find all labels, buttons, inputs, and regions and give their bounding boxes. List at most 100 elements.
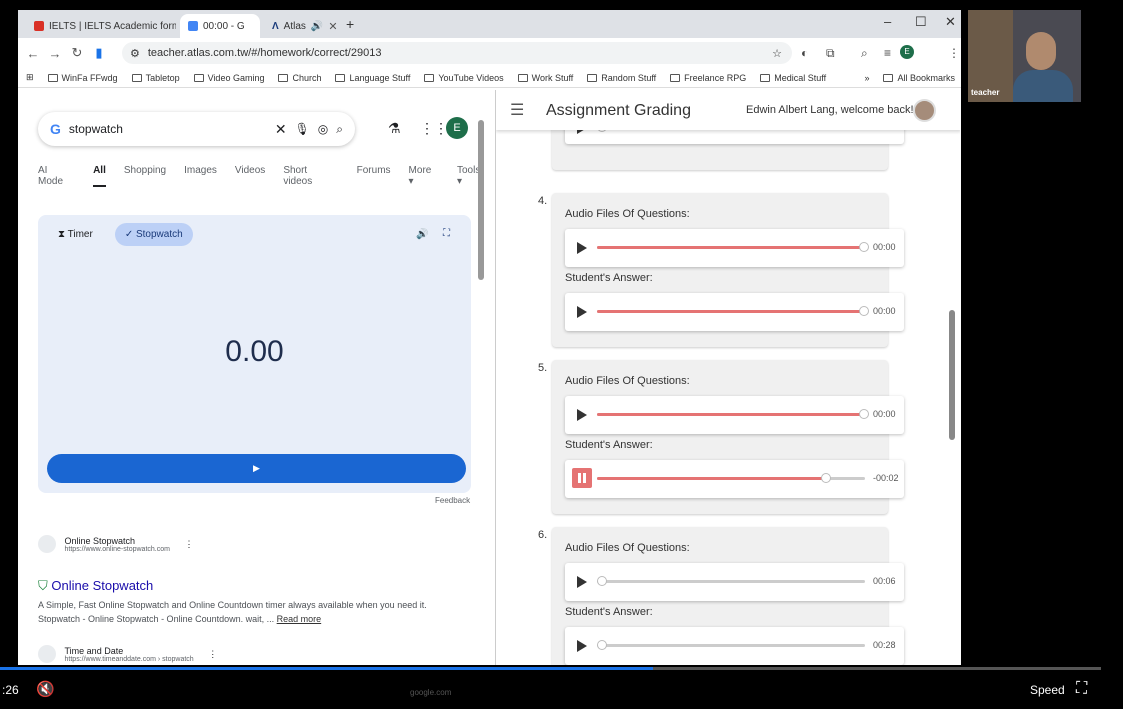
result-url[interactable]: https://www.timeanddate.com › stopwatch [65, 656, 194, 663]
fullscreen-icon[interactable]: ⛶ [443, 228, 450, 239]
person-body-image [1013, 70, 1073, 102]
timer-tab[interactable]: ⧗ Timer [48, 223, 103, 246]
extensions-puzzle-icon[interactable]: ⧉ [826, 46, 835, 61]
back-icon[interactable]: ← [22, 46, 44, 61]
bookmark-folder[interactable]: WinFa FFwdg [47, 73, 118, 83]
bookmark-folder[interactable]: Tabletop [131, 73, 180, 83]
google-search-panel: G stopwatch ✕ 🎙 ◎ ⌕ ⚗ ⋮⋮ E AI Mode All S… [23, 90, 488, 665]
more-bookmarks-icon[interactable]: » [864, 73, 869, 83]
mute-icon[interactable]: 🔇 [36, 680, 55, 698]
search-query[interactable]: stopwatch [69, 122, 123, 136]
result-site: Time and Date [64, 645, 124, 656]
forward-icon[interactable]: → [44, 46, 66, 61]
bookmark-folder[interactable]: Video Gaming [193, 73, 264, 83]
audio-knob[interactable] [597, 640, 607, 650]
tab-google[interactable]: 00:00 - G [180, 14, 260, 38]
avatar[interactable] [913, 99, 936, 122]
scrollbar[interactable] [949, 310, 955, 440]
bookmark-folder[interactable]: Church [278, 73, 321, 83]
audio-progress [597, 413, 865, 416]
folder-icon [670, 73, 681, 82]
hamburger-menu-icon[interactable]: ☰ [510, 100, 524, 120]
result-menu-icon[interactable]: ⋮ [184, 539, 193, 549]
apps-grid-icon[interactable]: ⋮⋮ [420, 120, 448, 137]
speed-button[interactable]: Speed [1030, 683, 1065, 697]
bookmark-folder[interactable]: Work Stuff [517, 73, 573, 83]
audio-track[interactable] [597, 242, 869, 252]
url-field[interactable]: ⚙ teacher.atlas.com.tw/#/homework/correc… [122, 42, 792, 64]
maximize-button[interactable]: ☐ [915, 14, 927, 30]
fullscreen-icon[interactable]: ⛶ [1076, 680, 1087, 698]
close-tab-icon[interactable]: ✕ [328, 20, 337, 33]
question-number: 5. [538, 362, 548, 374]
audio-knob[interactable] [597, 576, 607, 586]
microphone-icon[interactable]: 🎙 [295, 122, 310, 136]
bookmark-folder[interactable]: Random Stuff [587, 73, 656, 83]
stopwatch-widget: ⧗ Timer ✓ Stopwatch 🔊 ⛶ 0.00 ▶ [38, 215, 471, 493]
play-icon[interactable] [577, 576, 587, 588]
all-bookmarks-folder[interactable]: All Bookmarks [883, 73, 955, 83]
bookmark-folder[interactable]: Language Stuff [335, 73, 410, 83]
reload-icon[interactable]: ↻ [66, 45, 88, 61]
star-icon[interactable]: ☆ [772, 47, 782, 60]
scrollbar[interactable] [478, 120, 484, 280]
media-control-icon[interactable]: ≡ [884, 46, 891, 60]
apps-grid-icon[interactable]: ⊞ [26, 72, 34, 83]
sound-icon[interactable]: 🔊 [416, 229, 428, 240]
extension-circle-icon[interactable]: ◐ [801, 46, 808, 60]
minimize-button[interactable]: – [884, 14, 891, 29]
folder-icon [424, 73, 435, 82]
feedback-link[interactable]: Feedback [435, 496, 470, 505]
audio-knob[interactable] [859, 409, 869, 419]
tab-atlas[interactable]: Λ Atlas 🔊 ✕ [264, 14, 344, 38]
audio-knob[interactable] [859, 306, 869, 316]
play-icon[interactable] [577, 640, 587, 652]
result-title-link[interactable]: ⛉ Online Stopwatch [38, 578, 153, 594]
tab-forums[interactable]: Forums [357, 165, 391, 187]
tab-short-videos[interactable]: Short videos [283, 165, 338, 187]
side-panel-icon[interactable]: ▮ [88, 45, 110, 61]
result-menu-icon[interactable]: ⋮ [208, 649, 217, 659]
audio-track[interactable] [597, 306, 869, 316]
search-icon[interactable]: ⌕ [336, 122, 343, 137]
play-icon[interactable] [577, 242, 587, 254]
result-url[interactable]: https://www.online-stopwatch.com [65, 546, 170, 553]
tab-videos[interactable]: Videos [235, 165, 265, 187]
play-icon[interactable] [577, 306, 587, 318]
menu-kebab-icon[interactable]: ⋮ [948, 46, 960, 60]
audio-knob[interactable] [821, 473, 831, 483]
labs-flask-icon[interactable]: ⚗ [388, 120, 401, 137]
tab-all[interactable]: All [93, 165, 106, 187]
welcome-text: Edwin Albert Lang, welcome back! [746, 104, 914, 116]
audio-track[interactable] [597, 473, 865, 483]
audio-knob[interactable] [859, 242, 869, 252]
new-tab-button[interactable]: + [346, 16, 354, 32]
audio-progress [597, 310, 865, 313]
pause-icon[interactable] [572, 468, 592, 488]
bookmark-folder[interactable]: Medical Stuff [760, 73, 826, 83]
play-icon[interactable] [577, 409, 587, 421]
bookmark-folder[interactable]: YouTube Videos [424, 73, 504, 83]
google-search-box[interactable]: G stopwatch ✕ 🎙 ◎ ⌕ [38, 112, 355, 146]
tab-shopping[interactable]: Shopping [124, 165, 166, 187]
stopwatch-start-button[interactable]: ▶ [47, 454, 466, 483]
site-settings-icon[interactable]: ⚙ [130, 47, 140, 60]
audio-track[interactable] [597, 409, 869, 419]
lens-camera-icon[interactable]: ◎ [318, 122, 328, 136]
read-more-link[interactable]: Read more [277, 614, 322, 624]
video-timestamp: :26 [2, 683, 19, 697]
tab-search-icon[interactable]: ⌕ [861, 46, 868, 61]
google-avatar[interactable]: E [446, 117, 468, 139]
tab-images[interactable]: Images [184, 165, 217, 187]
bottom-tab-label: google.com [410, 688, 452, 697]
close-window-button[interactable]: ✕ [945, 14, 956, 30]
stopwatch-tab[interactable]: ✓ Stopwatch [114, 223, 193, 246]
clear-icon[interactable]: ✕ [275, 121, 287, 138]
tab-ielts[interactable]: IELTS | IELTS Academic format: I [26, 14, 176, 38]
tab-more[interactable]: More ▾ [409, 165, 439, 187]
profile-avatar[interactable]: E [900, 45, 914, 59]
tab-ai-mode[interactable]: AI Mode [38, 165, 75, 187]
audio-track[interactable] [597, 576, 865, 586]
bookmark-folder[interactable]: Freelance RPG [670, 73, 746, 83]
audio-track[interactable] [597, 640, 865, 650]
